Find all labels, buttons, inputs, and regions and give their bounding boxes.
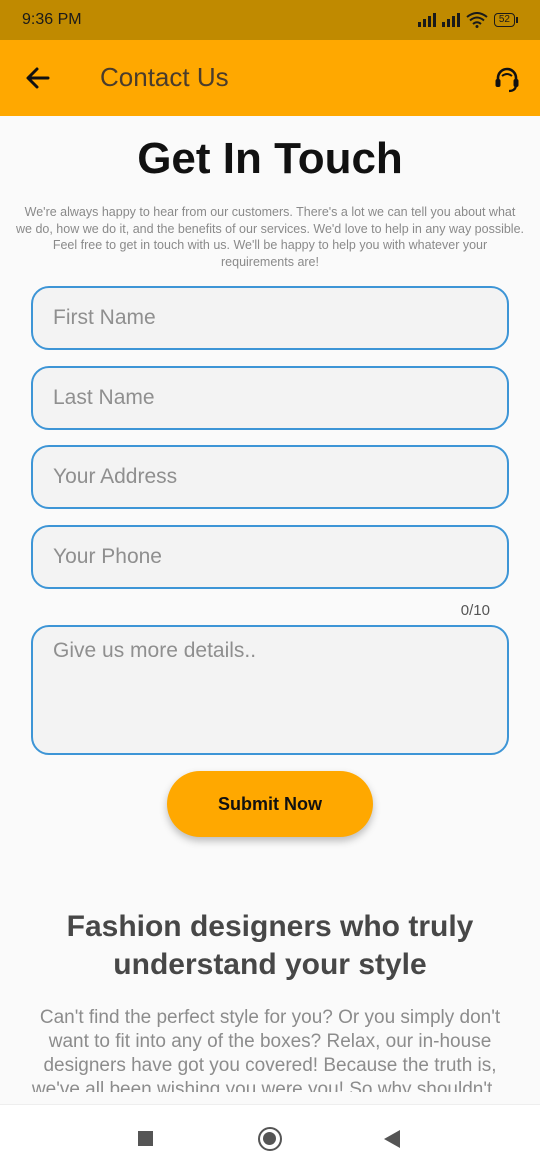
phone-input[interactable] (31, 525, 509, 589)
battery-icon: 52 (493, 13, 515, 27)
wifi-icon (466, 12, 488, 28)
address-input[interactable] (31, 445, 509, 509)
headset-icon[interactable] (492, 64, 522, 94)
status-bar: 9:36 PM 52 (0, 0, 540, 40)
system-nav-bar (0, 1104, 540, 1171)
square-icon[interactable] (138, 1131, 153, 1146)
details-textarea[interactable] (31, 625, 509, 755)
page-title: Contact Us (100, 62, 229, 92)
app-bar: Contact Us (0, 40, 540, 116)
status-icons: 52 (417, 12, 518, 28)
section-body: Can't find the perfect style for you? Or… (31, 1007, 509, 1092)
circle-icon[interactable] (258, 1127, 282, 1151)
phone-char-counter: 0/10 (460, 602, 490, 619)
arrow-left-icon[interactable] (24, 64, 52, 92)
page-heading: Get In Touch (137, 134, 403, 183)
section-title: Fashion designers who truly understand y… (66, 910, 474, 981)
last-name-input[interactable] (31, 366, 509, 430)
triangle-back-icon[interactable] (384, 1130, 400, 1148)
signal-icon (417, 13, 436, 27)
submit-button[interactable]: Submit Now (167, 771, 373, 837)
battery-indicator: 52 (493, 13, 518, 27)
status-time: 9:36 PM (22, 11, 82, 28)
first-name-input[interactable] (31, 286, 509, 350)
intro-text: We're always happy to hear from our cust… (16, 205, 524, 269)
signal-2-icon (441, 13, 460, 27)
